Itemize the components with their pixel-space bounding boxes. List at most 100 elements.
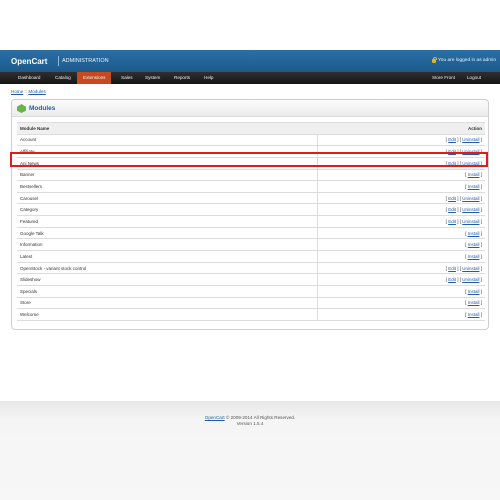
bracket-close: ] — [479, 253, 482, 259]
module-actions: [ Edit ] [ Uninstall ] — [317, 157, 485, 170]
install-link[interactable]: Install — [468, 312, 480, 317]
menu-item-store-front[interactable]: Store Front — [426, 72, 461, 84]
install-link[interactable]: Install — [468, 242, 480, 247]
uninstall-link[interactable]: Uninstall — [462, 207, 479, 212]
uninstall-link[interactable]: Uninstall — [462, 137, 479, 142]
breadcrumb-modules[interactable]: Modules — [28, 89, 45, 94]
table-body: Account[ Edit ] [ Uninstall ] Affiliate[ … — [17, 134, 485, 321]
install-link[interactable]: Install — [468, 184, 480, 189]
breadcrumb-home[interactable]: Home — [11, 89, 23, 94]
breadcrumb: Home :: Modules — [11, 89, 46, 94]
module-name: Featured — [17, 215, 318, 228]
module-actions: [ Edit ] [ Uninstall ] — [317, 273, 485, 286]
brand-subtitle: ADMINISTRATION — [62, 58, 109, 64]
table-row: Account[ Edit ] [ Uninstall ] — [17, 134, 485, 147]
column-header-module-name: Module Name — [17, 122, 317, 135]
edit-link[interactable]: Edit — [448, 196, 456, 201]
table-row: Bestsellers[ Install ] — [17, 180, 485, 193]
module-name: Latest — [17, 250, 318, 263]
table-row: Featured[ Edit ] [ Uninstall ] — [17, 215, 485, 228]
bracket-close: ] — [479, 172, 482, 178]
menu-item-system[interactable]: System — [139, 72, 166, 84]
module-name: Information — [17, 238, 318, 252]
install-link[interactable]: Install — [468, 300, 480, 305]
modules-panel: Modules Module Name Action Account[ Edit… — [11, 99, 489, 330]
bracket-close: ] — [479, 207, 482, 213]
uninstall-link[interactable]: Uninstall — [462, 277, 479, 282]
install-link[interactable]: Install — [468, 254, 480, 259]
bracket-close: ] — [479, 149, 482, 155]
module-name: Welcome — [17, 308, 318, 321]
install-link[interactable]: Install — [468, 172, 480, 177]
module-actions: [ Edit ] [ Uninstall ] — [317, 134, 485, 147]
module-name: Google Talk — [17, 227, 318, 240]
main-menu: Dashboard Catalog Extensions Sales Syste… — [0, 72, 500, 84]
bracket-close: ] — [479, 242, 482, 248]
install-link[interactable]: Install — [468, 289, 480, 294]
menu-item-help[interactable]: Help — [198, 72, 219, 84]
bracket-close: ] — [479, 195, 482, 201]
menu-item-catalog[interactable]: Catalog — [49, 72, 77, 84]
edit-link[interactable]: Edit — [448, 161, 456, 166]
uninstall-link[interactable]: Uninstall — [462, 219, 479, 224]
module-name: Carousel — [17, 192, 318, 205]
uninstall-link[interactable]: Uninstall — [462, 161, 479, 166]
module-actions: [ Edit ] [ Uninstall ] — [317, 145, 485, 158]
uninstall-link[interactable]: Uninstall — [462, 266, 479, 271]
module-actions: [ Install ] — [317, 250, 485, 263]
bracket-close: ] — [479, 265, 482, 271]
module-actions: [ Install ] — [317, 227, 485, 240]
bracket-close: ] — [479, 312, 482, 318]
module-actions: [ Edit ] [ Uninstall ] — [317, 192, 485, 205]
footer-version: Version 1.5.4 — [236, 421, 264, 426]
module-actions: [ Edit ] [ Uninstall ] — [317, 203, 485, 217]
brand-logo[interactable]: OpenCart — [11, 57, 47, 66]
module-icon — [17, 104, 26, 113]
module-actions: [ Install ] — [317, 285, 485, 298]
table-header-row: Module Name Action — [17, 122, 485, 135]
app-header: OpenCart ADMINISTRATION You are logged i… — [0, 50, 500, 72]
column-header-action: Action — [317, 122, 485, 135]
menu-item-extensions[interactable]: Extensions — [77, 72, 112, 84]
module-actions: [ Install ] — [317, 169, 485, 182]
table-row: Category[ Edit ] [ Uninstall ] — [17, 203, 485, 217]
brand-divider — [58, 56, 59, 66]
bracket-close: ] — [479, 230, 482, 236]
uninstall-link[interactable]: Uninstall — [462, 196, 479, 201]
bracket-close: ] — [479, 300, 482, 306]
edit-link[interactable]: Edit — [448, 219, 456, 224]
bracket-close: ] — [479, 288, 482, 294]
bracket-close: ] — [479, 277, 482, 283]
module-name: Affiliate — [17, 145, 318, 158]
table-row: Google Talk[ Install ] — [17, 227, 485, 240]
edit-link[interactable]: Edit — [448, 266, 456, 271]
module-name: Specials — [17, 285, 318, 298]
edit-link[interactable]: Edit — [448, 277, 456, 282]
menu-item-dashboard[interactable]: Dashboard — [12, 72, 46, 84]
footer-opencart-link[interactable]: OpenCart — [205, 415, 225, 420]
module-name: Store — [17, 297, 318, 310]
edit-link[interactable]: Edit — [448, 207, 456, 212]
module-actions: [ Install ] — [317, 238, 485, 252]
module-actions: [ Install ] — [317, 297, 485, 310]
menu-item-reports[interactable]: Reports — [168, 72, 196, 84]
table-row: Affiliate[ Edit ] [ Uninstall ] — [17, 145, 485, 158]
table-row: Banner[ Install ] — [17, 169, 485, 182]
module-name: Slideshow — [17, 273, 318, 286]
table-row: Latest[ Install ] — [17, 250, 485, 263]
module-actions: [ Edit ] [ Uninstall ] — [317, 262, 485, 275]
install-link[interactable]: Install — [468, 231, 480, 236]
module-actions: [ Install ] — [317, 180, 485, 193]
menu-item-logout[interactable]: Logout — [461, 72, 487, 84]
edit-link[interactable]: Edit — [448, 149, 456, 154]
menu-item-sales[interactable]: Sales — [115, 72, 139, 84]
edit-link[interactable]: Edit — [448, 137, 456, 142]
module-name: Category — [17, 203, 318, 217]
uninstall-link[interactable]: Uninstall — [462, 149, 479, 154]
table-row: OpenStock - variant stock control[ Edit … — [17, 262, 485, 275]
module-actions: [ Install ] — [317, 308, 485, 321]
module-name: Account — [17, 134, 318, 147]
modules-table: Module Name Action Account[ Edit ] [ Uni… — [17, 122, 485, 321]
login-status-text: You are logged in as admin — [438, 58, 496, 63]
table-row: Information[ Install ] — [17, 238, 485, 252]
